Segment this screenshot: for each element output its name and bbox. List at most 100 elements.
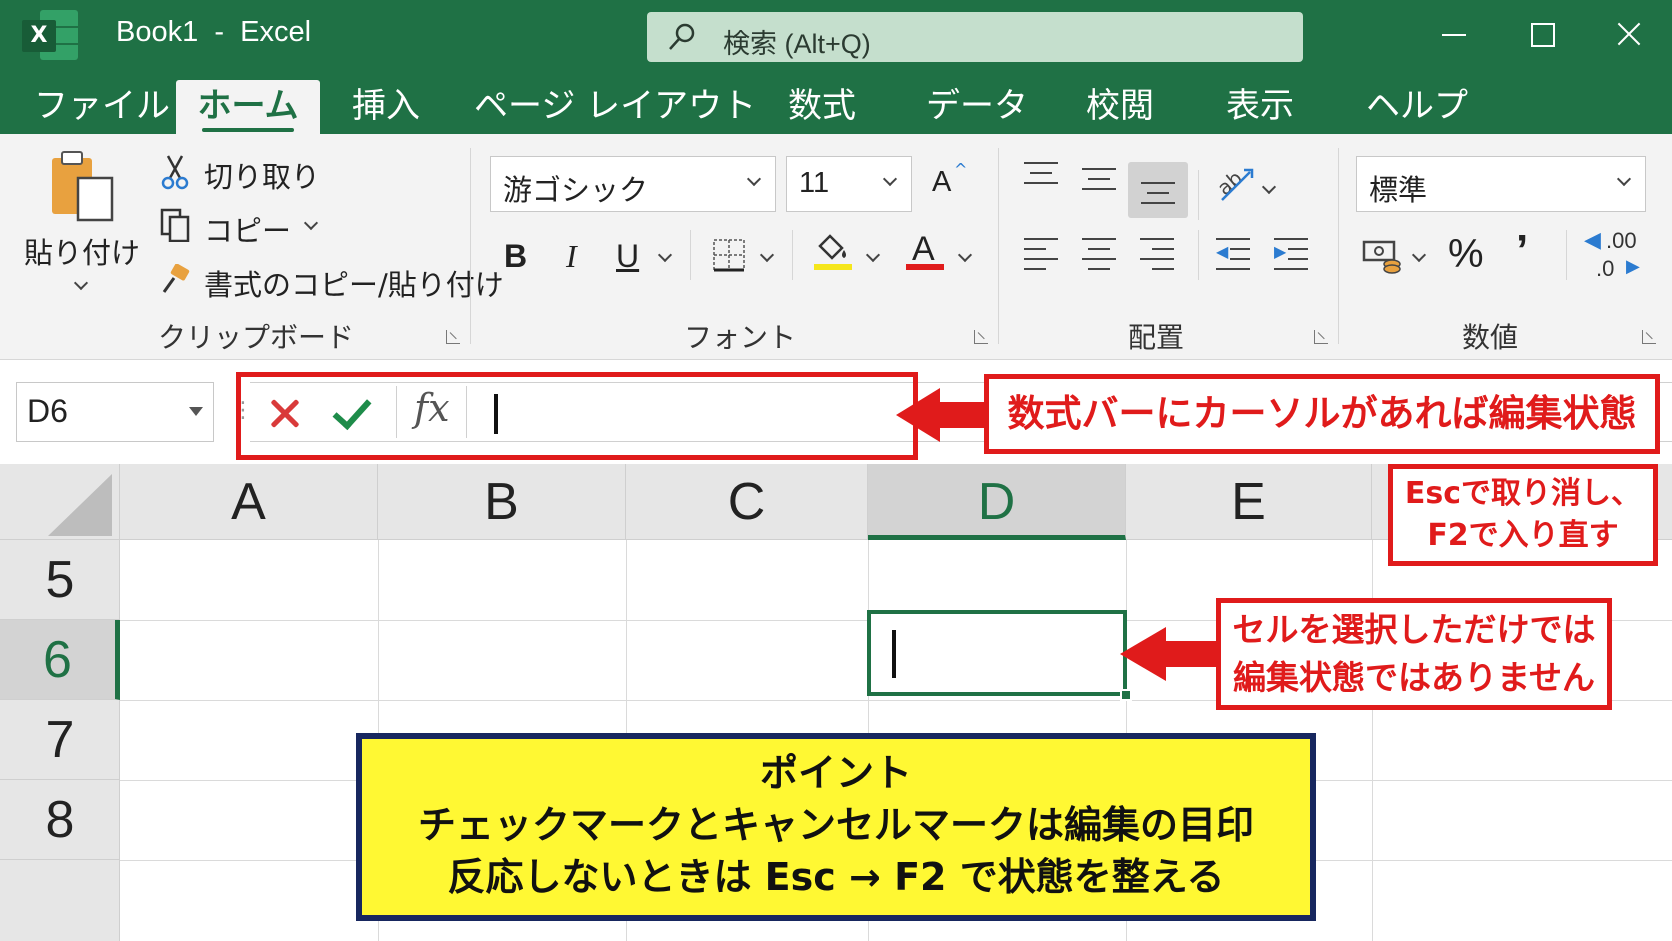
tab-insert[interactable]: 挿入 — [352, 80, 420, 134]
chevron-down-icon — [1616, 171, 1632, 187]
align-left-icon[interactable] — [1024, 238, 1058, 270]
font-size-value: 11 — [799, 167, 830, 199]
name-box[interactable]: D6 — [16, 382, 214, 442]
row-header-5[interactable]: 5 — [0, 540, 120, 620]
grow-font-icon: ^ — [954, 160, 968, 179]
fill-handle[interactable] — [1120, 689, 1132, 701]
copy-button[interactable]: コピー — [160, 206, 330, 250]
close-window-button[interactable] — [1606, 12, 1652, 56]
tab-help[interactable]: ヘルプ — [1366, 80, 1468, 134]
accounting-format-icon[interactable] — [1362, 238, 1402, 274]
cut-button[interactable]: 切り取り — [160, 152, 320, 196]
minimize-button[interactable] — [1430, 12, 1476, 56]
orientation-icon[interactable]: ab — [1216, 164, 1256, 204]
align-right-icon[interactable] — [1140, 238, 1174, 270]
font-color-swatch — [906, 264, 944, 270]
column-header-b[interactable]: B — [378, 464, 626, 540]
scissors-icon — [161, 155, 189, 190]
group-label-clipboard: クリップボード — [158, 321, 355, 354]
column-header-a[interactable]: A — [120, 464, 378, 540]
tab-home[interactable]: ホーム — [176, 80, 320, 134]
increase-decimal-button[interactable]: ◀ .00 .0 ▶ — [1584, 228, 1650, 288]
ribbon-separator — [1198, 230, 1199, 280]
fill-color-icon[interactable] — [814, 232, 850, 262]
underline-button[interactable]: U — [616, 238, 639, 275]
group-label-number: 数値 — [1462, 321, 1519, 354]
column-header-d[interactable]: D — [868, 464, 1126, 540]
tab-file[interactable]: ファイル — [34, 80, 170, 134]
paste-label: 貼り付け — [24, 236, 141, 270]
caret-down-icon[interactable] — [189, 407, 203, 416]
bold-button[interactable]: B — [504, 238, 527, 275]
tab-formulas[interactable]: 数式 — [788, 80, 856, 134]
decrease-indent-icon[interactable]: ◀ — [1216, 238, 1250, 270]
ribbon-separator — [1566, 230, 1567, 280]
number-launcher-icon[interactable] — [1642, 330, 1656, 344]
point-box: ポイント チェックマークとキャンセルマークは編集の目印 反応しないときは Esc… — [356, 733, 1316, 921]
search-box[interactable]: 検索 (Alt+Q) — [647, 12, 1303, 62]
borders-icon[interactable] — [712, 238, 746, 272]
tab-page-layout[interactable]: ページ レイアウト — [474, 80, 756, 134]
row-header-8[interactable]: 8 — [0, 780, 120, 860]
percent-style-button[interactable]: % — [1448, 232, 1484, 277]
clipboard-launcher-icon[interactable] — [446, 330, 460, 344]
select-all-button[interactable] — [0, 464, 120, 540]
ribbon-separator — [792, 230, 793, 280]
font-name-dropdown[interactable]: 游ゴシック — [490, 156, 776, 212]
formula-bar-highlight-frame — [236, 372, 918, 460]
right-arrow-icon: ▶ — [1626, 256, 1640, 277]
paste-button[interactable]: 貼り付け — [20, 148, 146, 298]
maximize-button[interactable] — [1518, 12, 1564, 56]
chevron-down-icon — [746, 171, 762, 187]
top-align-icon[interactable] — [1024, 162, 1058, 192]
copy-label: コピー — [204, 214, 292, 248]
paste-icon — [52, 151, 114, 222]
format-painter-icon — [162, 264, 190, 293]
tab-data[interactable]: データ — [926, 80, 1028, 134]
ribbon-separator — [690, 230, 691, 280]
esc-callout: Escで取り消し、 F2で入り直す — [1388, 464, 1658, 566]
cell-callout-line-2: 編集状態ではありません — [1232, 658, 1595, 697]
left-arrow-icon — [1120, 627, 1166, 681]
font-size-dropdown[interactable]: 11 — [786, 156, 912, 212]
bottom-align-button[interactable] — [1128, 162, 1188, 218]
group-label-font: フォント — [684, 321, 797, 354]
chevron-down-icon[interactable] — [759, 247, 775, 263]
group-label-alignment: 配置 — [1128, 321, 1185, 354]
number-format-dropdown[interactable]: 標準 — [1356, 156, 1646, 212]
alignment-launcher-icon[interactable] — [1314, 330, 1328, 344]
cut-label: 切り取り — [204, 160, 321, 194]
ribbon-separator — [470, 148, 471, 344]
chevron-down-icon[interactable] — [657, 247, 673, 263]
decimal-top-label: .00 — [1606, 228, 1637, 253]
chevron-down-icon[interactable] — [865, 247, 881, 263]
cell-callout: セルを選択しただけでは 編集状態ではありません — [1216, 598, 1612, 710]
row-header-9[interactable] — [0, 860, 120, 940]
tab-view[interactable]: 表示 — [1226, 80, 1294, 134]
comma-style-button[interactable]: ’ — [1516, 226, 1528, 276]
chevron-down-icon — [882, 171, 898, 187]
point-box-line-2: 反応しないときは Esc → F2 で状態を整える — [447, 855, 1225, 899]
italic-button[interactable]: I — [566, 238, 577, 275]
chevron-down-icon[interactable] — [1261, 179, 1277, 195]
middle-align-icon[interactable] — [1082, 168, 1116, 198]
align-center-icon[interactable] — [1082, 238, 1116, 270]
tab-review[interactable]: 校閲 — [1086, 80, 1154, 134]
row-header-6[interactable]: 6 — [0, 620, 120, 700]
ribbon: 貼り付け 切り取り コピー 書式のコピー/貼り付け クリップボード 游ゴシック — [0, 134, 1672, 360]
increase-indent-icon[interactable]: ▶ — [1274, 238, 1308, 270]
esc-callout-line-2: F2で入り直す — [1427, 518, 1619, 553]
column-header-e[interactable]: E — [1126, 464, 1372, 540]
row-header-7[interactable]: 7 — [0, 700, 120, 780]
chevron-down-icon[interactable] — [957, 247, 973, 263]
font-launcher-icon[interactable] — [974, 330, 988, 344]
ribbon-separator — [998, 148, 999, 344]
grow-font-button[interactable]: A ^ — [930, 160, 970, 204]
chevron-down-icon[interactable] — [1411, 247, 1427, 263]
cell-callout-line-1: セルを選択しただけでは — [1232, 610, 1596, 649]
active-cell-d6[interactable] — [867, 610, 1127, 696]
column-header-c[interactable]: C — [626, 464, 868, 540]
format-painter-button[interactable]: 書式のコピー/貼り付け — [160, 260, 504, 304]
chevron-down-icon — [73, 275, 89, 291]
grow-font-letter: A — [932, 166, 952, 198]
